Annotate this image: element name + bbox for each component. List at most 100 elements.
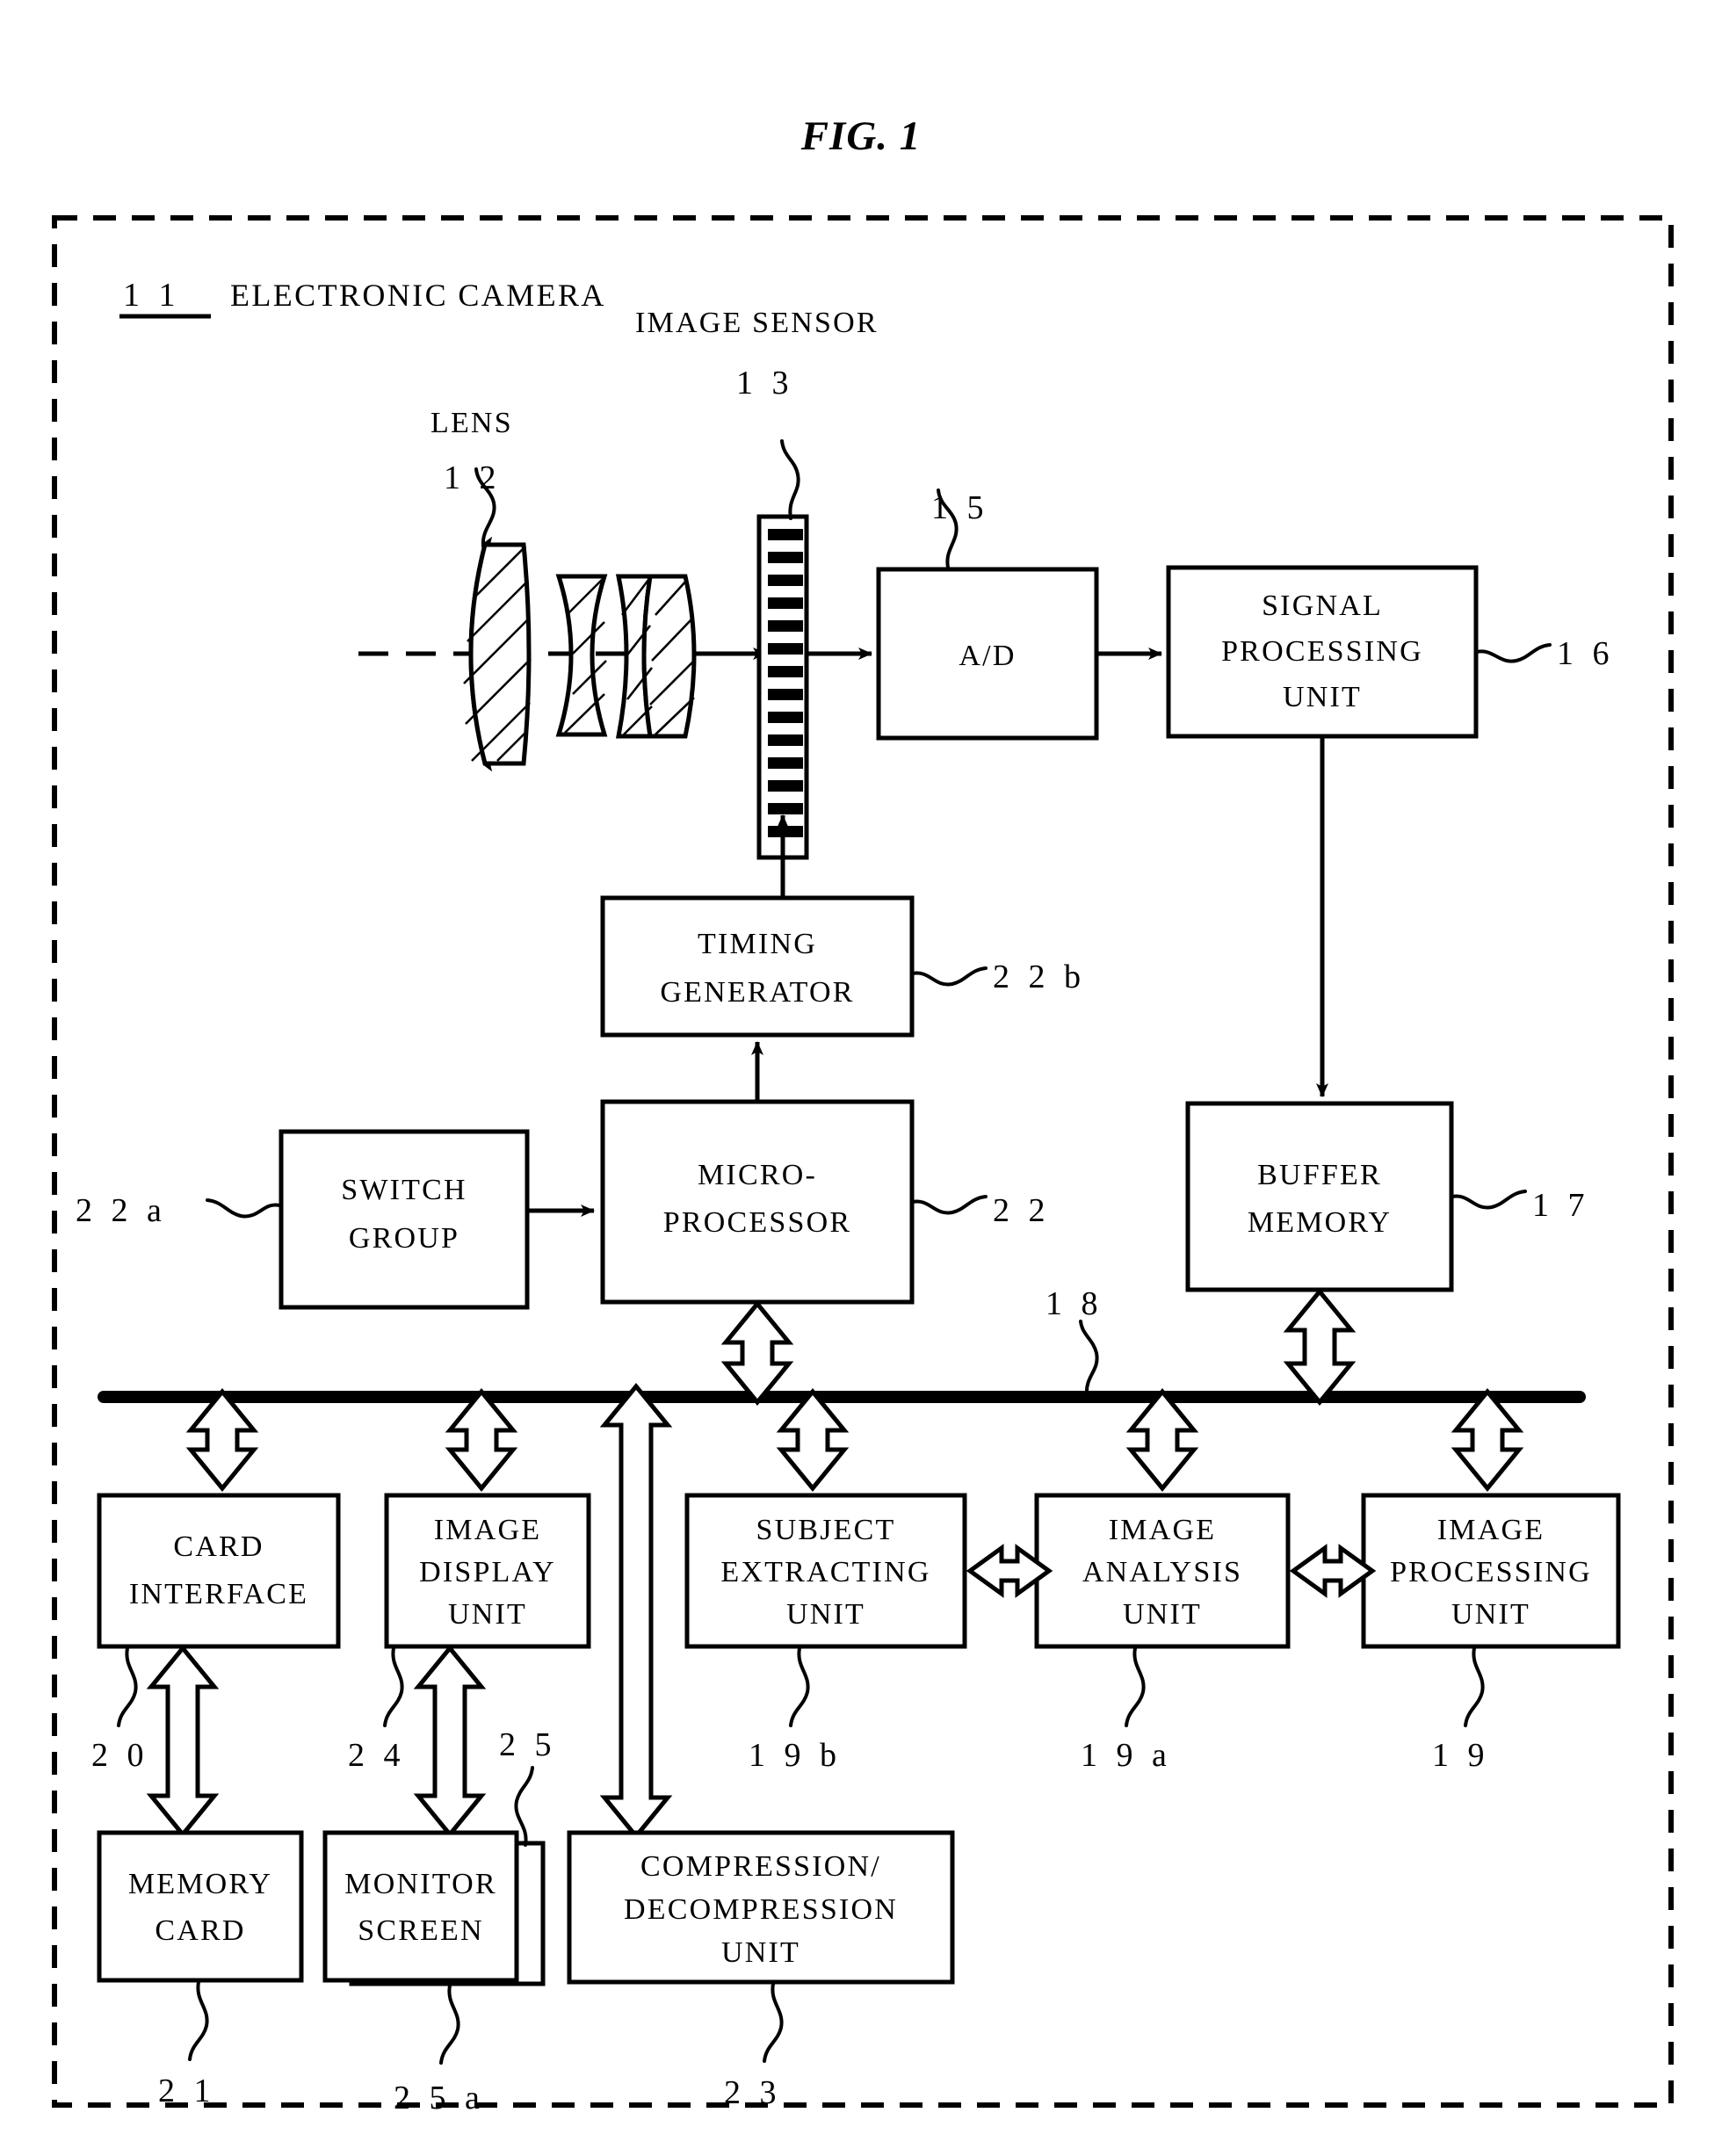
microprocessor-block: MICRO- PROCESSOR — [600, 1099, 915, 1305]
image-processing-unit-label-line-2: UNIT — [1451, 1598, 1530, 1631]
card-interface-block: CARD INTERFACE — [97, 1493, 341, 1649]
image-display-unit-leader-line — [383, 1646, 404, 1727]
signal-processing-block: SIGNAL PROCESSING UNIT — [1166, 565, 1479, 739]
buffer-memory-leader-line — [1451, 1190, 1527, 1210]
image-display-unit-label-line-2: UNIT — [448, 1598, 527, 1631]
image-display-unit-label-line-1: DISPLAY — [419, 1556, 556, 1588]
switch-group-leader-line — [206, 1198, 281, 1219]
image-analysis-unit-reference-number: 1 9 a — [1081, 1737, 1172, 1774]
bus-leader-line — [1079, 1320, 1099, 1397]
memory-card-label-line-1: CARD — [155, 1914, 245, 1947]
lens-label: LENS — [430, 407, 513, 439]
timing-generator-label-line-1: GENERATOR — [660, 976, 854, 1009]
buffer-memory-block: BUFFER MEMORY — [1185, 1101, 1454, 1292]
link-arrow-card-interface-to-memory-card — [146, 1645, 220, 1838]
bus-arrow-compression-unit — [599, 1383, 673, 1840]
timing-generator-reference-number: 2 2 b — [993, 959, 1086, 995]
camera-reference-number: 1 1 — [123, 277, 181, 314]
memory-card-leader-line — [188, 1980, 209, 2061]
timing-generator-label-line-0: TIMING — [698, 928, 817, 960]
ad-reference-number: 1 5 — [931, 489, 989, 526]
monitor-screen-block: MONITOR SCREEN — [322, 1830, 519, 1983]
signal-processing-label-line-1: PROCESSING — [1221, 635, 1423, 668]
microprocessor-label-line-1: PROCESSOR — [663, 1206, 851, 1239]
card-interface-label-line-1: INTERFACE — [129, 1578, 308, 1610]
compression-unit-reference-number: 2 3 — [724, 2074, 782, 2111]
image-analysis-unit-leader-line — [1125, 1646, 1146, 1727]
subject-extracting-unit-block: SUBJECT EXTRACTING UNIT — [684, 1493, 967, 1649]
subject-extracting-unit-label-line-0: SUBJECT — [756, 1514, 896, 1546]
image-sensor — [756, 514, 809, 860]
subject-extracting-unit-label-line-2: UNIT — [786, 1598, 865, 1631]
switch-group-label-line-0: SWITCH — [341, 1174, 467, 1206]
image-display-unit-block: IMAGE DISPLAY UNIT — [384, 1493, 591, 1649]
compression-unit-leader-line — [763, 1982, 784, 2063]
card-interface-label-line-0: CARD — [173, 1530, 264, 1563]
bus-arrow-image-analysis-unit — [1125, 1388, 1199, 1492]
lens-reference-number: 1 2 — [444, 459, 502, 496]
bus-arrow-subject-extracting-unit — [776, 1388, 850, 1492]
image-processing-unit-reference-number: 1 9 — [1432, 1737, 1490, 1774]
timing-generator-block: TIMING GENERATOR — [600, 895, 915, 1038]
microprocessor-leader-line — [911, 1195, 988, 1215]
compression-unit-label-line-1: DECOMPRESSION — [624, 1893, 898, 1926]
bus-arrow-image-processing-unit — [1451, 1388, 1524, 1492]
compression-unit-label-line-0: COMPRESSION/ — [640, 1850, 881, 1883]
bus-arrow-card-interface — [185, 1388, 259, 1492]
image-display-unit-label-line-0: IMAGE — [434, 1514, 541, 1546]
switch-group-label-line-1: GROUP — [349, 1222, 459, 1255]
image-analysis-unit-block: IMAGE ANALYSIS UNIT — [1034, 1493, 1291, 1649]
image-processing-unit-label-line-1: PROCESSING — [1390, 1556, 1592, 1588]
microprocessor-reference-number: 2 2 — [993, 1192, 1051, 1229]
buffer-memory-label-line-0: BUFFER — [1257, 1159, 1382, 1191]
memory-card-block: MEMORY CARD — [97, 1830, 304, 1983]
monitor-screen-reference-number: 2 5 — [499, 1726, 557, 1763]
monitor-screen-back-panel-reference-number: 2 5 a — [394, 2080, 485, 2116]
image-sensor-leader-line — [780, 439, 800, 520]
compression-unit-block: COMPRESSION/ DECOMPRESSION UNIT — [567, 1830, 955, 1985]
bus-arrow-buffer-memory — [1283, 1288, 1357, 1406]
timing-generator-leader-line — [911, 966, 988, 987]
signal-processing-leader-line — [1475, 643, 1552, 663]
image-processing-unit-leader-line — [1464, 1646, 1485, 1727]
ad-label-line-0: A/D — [959, 640, 1016, 672]
lens-element-1 — [463, 536, 532, 772]
subject-extracting-unit-leader-line — [789, 1646, 810, 1727]
monitor-screen-back-panel-leader-line — [439, 1984, 460, 2065]
image-processing-unit-block: IMAGE PROCESSING UNIT — [1361, 1493, 1621, 1649]
monitor-screen-label-line-1: SCREEN — [358, 1914, 484, 1947]
buffer-memory-label-line-1: MEMORY — [1248, 1206, 1392, 1239]
bus-arrow-image-display-unit — [445, 1388, 518, 1492]
image-analysis-unit-label-line-0: IMAGE — [1109, 1514, 1216, 1546]
microprocessor-label-line-0: MICRO- — [698, 1159, 817, 1191]
card-interface-leader-line — [117, 1646, 138, 1727]
signal-processing-reference-number: 1 6 — [1557, 635, 1615, 672]
signal-processing-label-line-2: UNIT — [1283, 681, 1362, 713]
monitor-screen-label-line-0: MONITOR — [344, 1868, 496, 1900]
camera-label: ELECTRONIC CAMERA — [230, 278, 606, 313]
switch-group-reference-number: 2 2 a — [76, 1192, 167, 1229]
subject-extracting-unit-label-line-1: EXTRACTING — [720, 1556, 930, 1588]
image-display-unit-reference-number: 2 4 — [348, 1737, 406, 1774]
image-analysis-unit-label-line-1: ANALYSIS — [1082, 1556, 1242, 1588]
image-analysis-unit-label-line-2: UNIT — [1123, 1598, 1202, 1631]
compression-unit-label-line-2: UNIT — [721, 1936, 800, 1969]
bus-reference-number: 1 8 — [1046, 1285, 1103, 1322]
switch-group-block: SWITCH GROUP — [279, 1129, 530, 1310]
link-arrow-analysis-to-processing — [1289, 1544, 1377, 1598]
lens-element-3 — [615, 574, 697, 739]
image-sensor-label: IMAGE SENSOR — [635, 307, 879, 339]
card-interface-reference-number: 2 0 — [91, 1737, 149, 1774]
image-sensor-reference-number: 1 3 — [736, 365, 794, 402]
buffer-memory-reference-number: 1 7 — [1532, 1187, 1590, 1224]
subject-extracting-unit-reference-number: 1 9 b — [749, 1737, 842, 1774]
figure-canvas: 1 1 ELECTRONIC CAMERA LENS 1 2 IMAGE SEN… — [52, 215, 1674, 2116]
memory-card-label-line-0: MEMORY — [128, 1868, 272, 1900]
ad-block: A/D — [876, 567, 1099, 741]
signal-processing-label-line-0: SIGNAL — [1262, 590, 1383, 622]
memory-card-reference-number: 2 1 — [158, 2073, 216, 2109]
link-arrow-display-to-monitor — [413, 1645, 487, 1838]
bus-arrow-microprocessor — [720, 1300, 794, 1406]
image-processing-unit-label-line-0: IMAGE — [1437, 1514, 1545, 1546]
patent-figure-page: FIG. 1 1 1 ELECTRONIC CAMERA LENS 1 2 IM… — [0, 0, 1722, 2156]
